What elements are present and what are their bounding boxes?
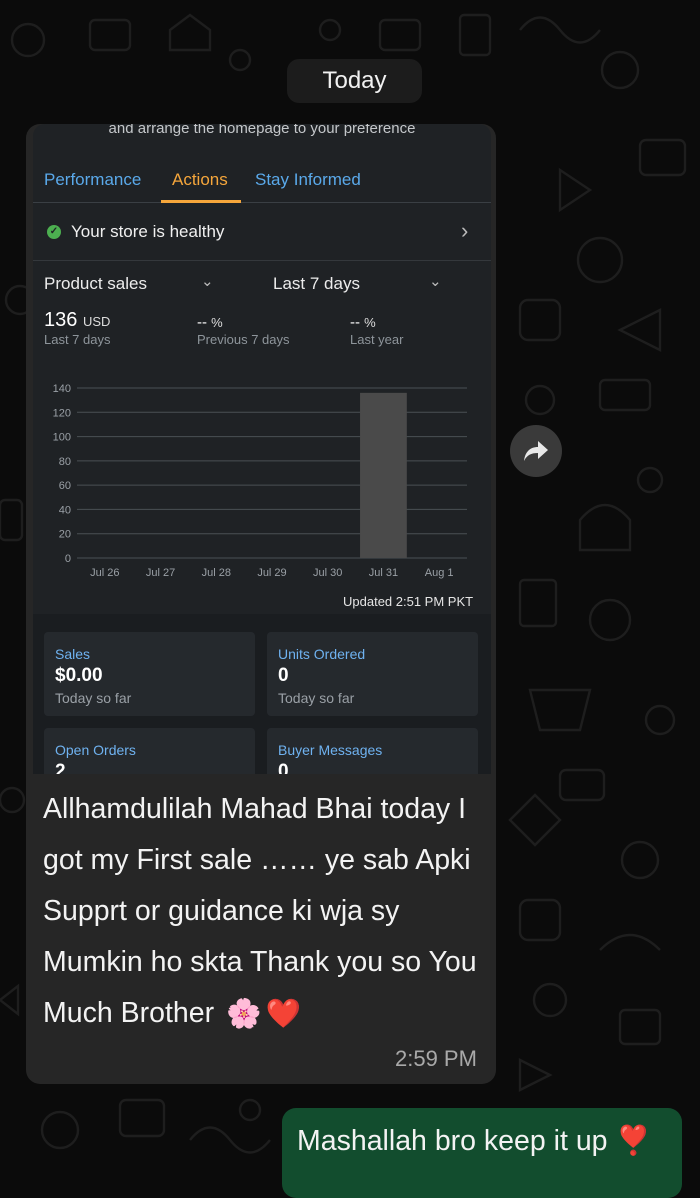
attached-screenshot[interactable]: and arrange the homepage to your prefere… [33,124,491,774]
metric-previous-label: Previous 7 days [197,332,290,347]
metric-current-value: 136 [44,309,78,331]
check-circle-icon: ✓ [47,225,61,239]
metric-previous-value: -- [197,314,207,331]
chart-bar [360,392,407,558]
y-tick-label: 120 [53,407,71,419]
tab-bar: Performance Actions Stay Informed [33,150,491,203]
active-tab-indicator [161,200,241,203]
x-tick-label: Jul 29 [257,567,286,579]
chevron-right-icon: › [461,218,469,243]
store-health-label: Your store is healthy [71,222,225,241]
store-health-row[interactable]: ✓ Your store is healthy › [33,204,491,261]
card-subtitle: Today so far [55,690,132,706]
card-title: Units Ordered [278,646,366,662]
card-value: $0.00 [55,665,103,686]
metric-previous-unit: % [211,315,223,330]
date-separator: Today [287,59,422,103]
metric-dropdown[interactable]: Product sales [44,274,147,294]
metric-previous: -- % [197,314,223,331]
flower-emoji: 🌸 [226,997,262,1030]
card-open-orders[interactable]: Open Orders 2 [44,728,255,774]
x-tick-label: Jul 28 [202,567,231,579]
metric-last-year: -- % [350,314,376,331]
card-value: 0 [278,761,289,774]
header-cut-text: and arrange the homepage to your prefere… [108,124,416,137]
card-value: 0 [278,665,289,686]
y-tick-label: 40 [59,504,71,516]
outgoing-message-text: Mashallah bro keep it up ❣️ [297,1124,651,1158]
y-tick-label: 20 [59,529,71,541]
tab-stay-informed[interactable]: Stay Informed [255,170,361,190]
heart-emoji: ❤️ [265,997,302,1030]
incoming-message-text: Allhamdulilah Mahad Bhai today I got my … [43,784,488,1040]
forward-icon [524,441,548,461]
sales-bar-chart: 0 20 40 60 80 100 120 140 Jul 26 Jul 27 Jul 28 Jul … [53,383,467,579]
card-buyer-messages[interactable]: Buyer Messages 0 [267,728,478,774]
chevron-down-icon[interactable]: ⌄ [201,272,214,290]
x-tick-label: Aug 1 [425,567,454,579]
card-subtitle: Today so far [278,690,355,706]
metric-last-year-unit: % [364,315,376,330]
updated-timestamp: Updated 2:51 PM PKT [343,594,474,609]
y-tick-label: 100 [53,432,71,444]
y-tick-label: 80 [59,456,71,468]
outgoing-message-body: Mashallah bro keep it up [297,1125,608,1157]
chevron-down-icon[interactable]: ⌄ [429,272,442,290]
card-units-ordered[interactable]: Units Ordered 0 Today so far [267,632,478,716]
card-value: 2 [55,761,66,774]
metric-current: 136 USD [44,309,110,332]
y-tick-label: 0 [65,553,71,565]
metric-current-label: Last 7 days [44,332,111,347]
card-sales[interactable]: Sales $0.00 Today so far [44,632,255,716]
tab-performance[interactable]: Performance [44,170,141,190]
x-tick-label: Jul 27 [146,567,175,579]
y-tick-label: 60 [59,480,71,492]
card-title: Open Orders [55,742,136,758]
metric-current-unit: USD [82,314,111,329]
metric-cards: Sales $0.00 Today so far Units Ordered 0… [33,614,491,774]
cut-off-header-text: and arrange the homepage to your prefere… [33,124,491,138]
x-tick-label: Jul 26 [90,567,119,579]
tab-actions[interactable]: Actions [172,170,228,190]
y-tick-label: 140 [53,383,71,395]
incoming-message-time: 2:59 PM [395,1046,477,1071]
metric-last-year-value: -- [350,314,360,331]
x-tick-label: Jul 30 [313,567,342,579]
metric-last-year-label: Last year [350,332,404,347]
period-dropdown[interactable]: Last 7 days [273,274,360,294]
forward-button[interactable] [510,425,562,477]
card-title: Sales [55,646,91,662]
card-title: Buyer Messages [278,742,383,758]
heart-exclamation-emoji: ❣️ [615,1125,651,1157]
x-tick-label: Jul 31 [369,567,398,579]
